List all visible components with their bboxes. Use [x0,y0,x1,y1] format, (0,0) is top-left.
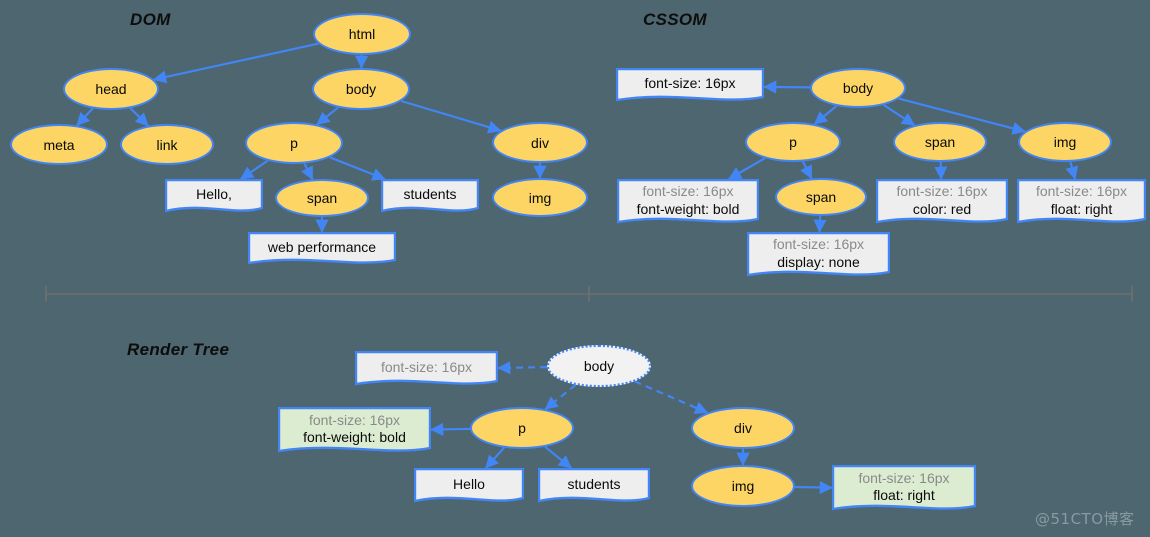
render-hello-text-line-0: Hello [453,475,485,492]
render-node-body-label: body [583,358,615,374]
dom-node-meta-label: meta [43,136,75,153]
cssom-node-p-label: p [789,134,797,150]
cssom-box-span2-style: font-size: 16px display: none [747,232,890,279]
cssom-p-style-line-1: font-weight: bold [636,200,740,217]
dom-edge-p-to-hello-text [239,159,269,180]
dom-node-div: div [492,122,588,163]
render-box-students-text: students [538,468,650,505]
cssom-img-style-line-1: float: right [1050,200,1113,217]
render-edge-body-to-p [544,383,577,411]
render-node-div: div [691,407,795,449]
dom-node-div-label: div [531,134,549,151]
dom-edge-html-to-head [153,42,319,84]
cssom-span-style-line-1: color: red [912,200,972,217]
cssom-node-span-label: span [924,134,956,150]
dom-node-span: span [275,179,369,217]
render-box-img-style: font-size: 16px float: right [832,465,976,513]
cssom-edge-span-to-span-style [934,161,948,180]
render-edge-p-to-hello-text [484,446,505,469]
dom-box-hello-text: Hello, [165,179,263,215]
cssom-span-style-line-0: font-size: 16px [896,183,988,199]
render-p-style-line-1: font-weight: bold [303,429,406,445]
dom-edge-head-to-meta [76,107,94,127]
cssom-edge-body-to-body-style [763,80,811,94]
dom-node-html-label: html [348,26,376,42]
render-node-p: p [470,407,574,449]
cssom-node-span2-label: span [805,189,837,205]
section-title-dom: DOM [130,10,171,29]
render-p-style-line-0: font-size: 16px [308,411,401,428]
edge-layer [45,42,1133,495]
render-node-img: img [691,465,795,507]
cssom-node-body: body [810,68,906,108]
dom-node-head-label: head [95,81,127,97]
dom-webperf-text-line-0: web performance [267,238,377,255]
dom-node-head: head [63,68,159,110]
cssom-body-style-line-0: font-size: 16px [644,75,736,92]
render-body-style-line-0: font-size: 16px [380,358,473,375]
dom-box-students-text: students [381,179,479,215]
cssom-edge-img-to-img-style [1065,161,1079,180]
dom-node-img: img [492,178,588,217]
dom-node-span-label: span [306,190,338,206]
cssom-node-img-label: img [1053,134,1077,150]
dom-node-img-label: img [528,189,552,206]
dom-edge-body-to-div [400,99,502,134]
cssom-node-span2: span [775,178,867,216]
render-box-body-style: font-size: 16px [355,351,498,388]
section-title-cssom: CSSOM [643,10,707,29]
render-edge-p-to-p-style [430,422,471,436]
render-box-p-style: font-size: 16px font-weight: bold [278,407,431,455]
render-node-img-label: img [731,478,755,494]
render-edge-body-to-body-style [497,361,548,375]
dom-node-p: p [245,122,343,164]
cssom-node-p: p [745,122,841,162]
cssom-box-img-style: font-size: 16px float: right [1017,179,1146,226]
cssom-span2-style-line-1: display: none [777,253,860,270]
cssom-box-span-style: font-size: 16px color: red [876,179,1008,226]
render-edge-img-to-img-style [794,480,833,495]
render-node-p-label: p [518,420,526,436]
render-edge-body-to-div [634,380,709,414]
render-img-style-line-1: float: right [873,487,935,503]
dom-node-body-label: body [345,81,377,97]
cssom-box-body-style: font-size: 16px [616,68,764,104]
cssom-span2-style-line-0: font-size: 16px [772,236,865,252]
cssom-p-style-line-0: font-size: 16px [642,183,734,199]
render-node-body: body [547,345,651,387]
cssom-node-img: img [1018,122,1112,162]
render-node-div-label: div [734,420,752,436]
cssom-edge-body-to-span [883,103,916,127]
render-img-style-line-0: font-size: 16px [858,469,950,486]
render-edge-p-to-students-text [544,445,572,469]
cssom-node-body-label: body [842,80,874,96]
diagram-canvas: DOM CSSOM Render Tree html head body meta link… [0,0,1150,537]
dom-edge-p-to-students-text [329,156,386,181]
cssom-edge-p-to-p-style [728,157,766,180]
dom-node-link-label: link [156,136,178,153]
dom-node-link: link [120,124,214,165]
render-students-text-line-0: students [567,475,621,492]
dom-node-meta: meta [10,124,108,165]
dom-edge-head-to-link [129,107,149,127]
dom-node-p-label: p [290,135,298,151]
dom-hello-text-line-0: Hello, [196,186,232,203]
cssom-edge-body-to-p [813,105,838,125]
watermark: @51CTO博客 [1035,510,1135,528]
cssom-edge-span2-to-span2-style [813,215,827,233]
cssom-node-span: span [893,122,987,162]
dom-node-body: body [312,68,410,110]
dom-edge-p-to-span [301,163,314,181]
render-box-hello-text: Hello [414,468,524,505]
dom-node-html: html [313,13,411,55]
dom-box-webperf-text: web performance [248,232,396,267]
cssom-box-p-style: font-size: 16px font-weight: bold [617,179,759,226]
cssom-img-style-line-0: font-size: 16px [1035,183,1128,199]
dom-edge-body-to-p [316,106,339,126]
dom-students-text-line-0: students [403,186,457,203]
section-title-render: Render Tree [127,340,230,359]
cssom-edge-p-to-span2 [800,161,813,180]
